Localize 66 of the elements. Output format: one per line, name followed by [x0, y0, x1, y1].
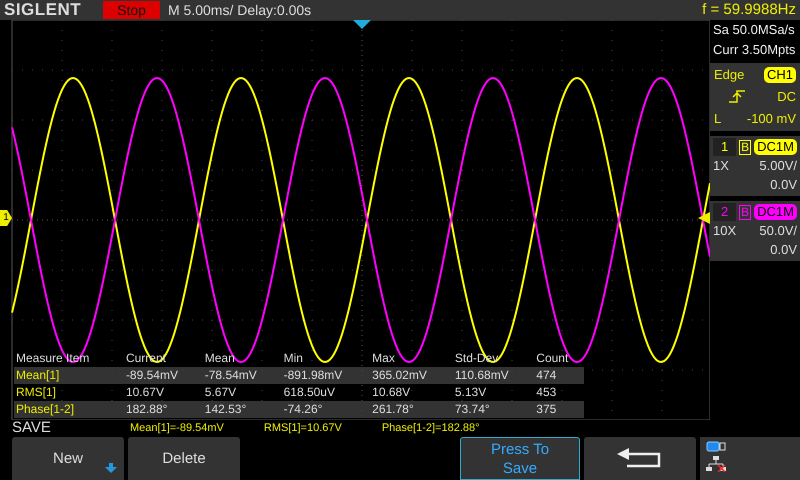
channel-marker[interactable]: 1: [0, 210, 12, 226]
probe-ratio: 10X: [713, 222, 736, 240]
timebase-readout: M 5.00ms/ Delay:0.00s: [168, 0, 312, 20]
table-cell: 110.68mV: [452, 367, 534, 384]
measure-item: Mean[1]: [14, 367, 124, 384]
trigger-type: Edge: [714, 66, 744, 84]
rising-edge-icon: [728, 89, 746, 105]
table-cell: 10.68V: [370, 384, 453, 401]
table-cell: 474: [534, 367, 584, 384]
measure-item: RMS[1]: [14, 384, 124, 401]
table-cell: 365.02mV: [370, 367, 453, 384]
column-header: Min: [282, 350, 370, 367]
column-header: Mean: [202, 350, 282, 367]
table-cell: 182.88°: [124, 401, 203, 418]
table-cell: 142.53°: [202, 401, 282, 418]
table-cell: -891.98mV: [282, 367, 370, 384]
table-cell: 375: [534, 401, 584, 418]
trigger-coupling: DC: [777, 88, 796, 106]
vertical-offset: 0.0V: [769, 176, 797, 194]
brand-logo: SIGLENT: [4, 1, 82, 19]
channel-coupling: DC1M: [754, 204, 797, 220]
trigger-panel[interactable]: Edge CH1 DC L -100 mV: [710, 63, 800, 131]
softkey-button[interactable]: Press To Save: [460, 437, 580, 480]
channel-number: 1: [713, 138, 736, 156]
column-header: Count: [534, 350, 584, 367]
frequency-readout: f = 59.9988Hz: [702, 0, 796, 20]
bandwidth-limit: B: [739, 204, 752, 220]
table-cell: 618.50uV: [282, 384, 370, 401]
table-cell: -74.26°: [282, 401, 370, 418]
table-cell: 261.78°: [370, 401, 453, 418]
measure-item: Phase[1-2]: [14, 401, 124, 418]
softkey-button[interactable]: Delete: [128, 437, 240, 480]
return-arrow-icon: [617, 448, 663, 470]
channel-panel[interactable]: 1 B DC1M 1X 5.00V/ 0.0V: [710, 136, 800, 196]
probe-ratio: 1X: [713, 157, 729, 175]
measure-readout: Phase[1-2]=182.88°: [382, 421, 480, 436]
table-cell: 73.74°: [452, 401, 534, 418]
table-cell: 10.67V: [124, 384, 203, 401]
table-cell: 5.13V: [452, 384, 534, 401]
channel-panel[interactable]: 2 B DC1M 10X 50.0V/ 0.0V: [710, 201, 800, 261]
vertical-scale: 5.00V/: [759, 157, 797, 175]
vertical-offset: 0.0V: [769, 241, 797, 259]
usb-storage-icon[interactable]: [706, 441, 726, 452]
column-header: Max: [370, 350, 453, 367]
channel-coupling: DC1M: [754, 139, 797, 155]
sample-rate: Sa 50.0MSa/s: [712, 21, 796, 39]
down-arrow-icon: [105, 463, 117, 473]
trigger-level: -100 mV: [746, 110, 796, 128]
measure-readout: RMS[1]=10.67V: [264, 421, 342, 436]
back-button[interactable]: [584, 437, 696, 480]
vertical-scale: 50.0V/: [759, 222, 797, 240]
table-cell: -78.54mV: [202, 367, 282, 384]
softkey-button[interactable]: New: [12, 437, 124, 480]
trigger-source: CH1: [764, 67, 796, 83]
table-cell: 5.67V: [202, 384, 282, 401]
menu-title: SAVE: [11, 418, 52, 438]
channel-number: 2: [713, 203, 736, 221]
network-icon[interactable]: [706, 456, 726, 472]
table-cell: 453: [534, 384, 584, 401]
measure-readout: Mean[1]=-89.54mV: [130, 421, 224, 436]
table-cell: -89.54mV: [124, 367, 203, 384]
run-status[interactable]: Stop: [103, 1, 160, 19]
memory-depth: Curr 3.50Mpts: [712, 41, 796, 59]
bandwidth-limit: B: [739, 140, 752, 154]
trigger-level-marker[interactable]: [698, 212, 710, 224]
level-label: L: [714, 110, 722, 128]
